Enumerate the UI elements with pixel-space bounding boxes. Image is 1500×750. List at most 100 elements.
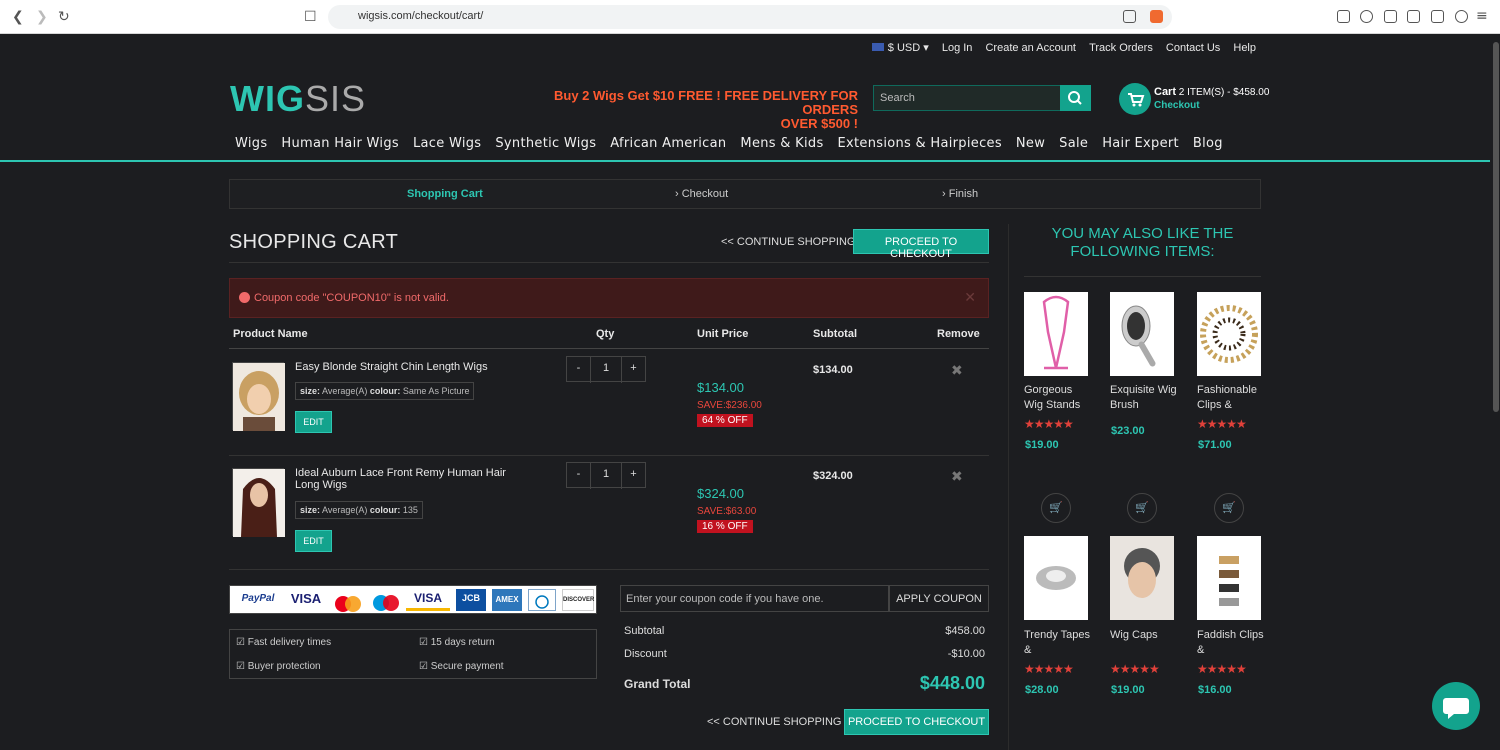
promo-banner[interactable]: Buy 2 Wigs Get $10 FREE ! FREE DELIVERY … (500, 89, 858, 131)
col-qty: Qty (596, 328, 615, 340)
search-icon (1068, 91, 1082, 105)
product-name[interactable]: Ideal Auburn Lace Front Remy Human Hair … (295, 467, 515, 491)
discount-badge: 16 % OFF (697, 520, 753, 533)
help-link[interactable]: Help (1233, 42, 1256, 54)
proceed-to-checkout-button[interactable]: PROCEED TO CHECKOUT (853, 229, 989, 260)
nav-hair-expert[interactable]: Hair Expert (1102, 136, 1179, 151)
reload-icon[interactable]: ↻ (58, 9, 70, 25)
create-account-link[interactable]: Create an Account (985, 42, 1076, 54)
edit-button[interactable]: EDIT (295, 411, 332, 433)
product-name[interactable]: Faddish Clips & (1197, 628, 1265, 658)
decrease-button[interactable]: - (567, 357, 591, 383)
nav-lace-wigs[interactable]: Lace Wigs (413, 136, 481, 151)
close-icon[interactable]: ✕ (964, 289, 976, 306)
nav-human-hair-wigs[interactable]: Human Hair Wigs (281, 136, 399, 151)
product-image[interactable] (232, 468, 285, 537)
nav-wigs[interactable]: Wigs (235, 136, 267, 151)
wallet-icon[interactable] (1407, 10, 1420, 23)
continue-shopping-link[interactable]: << CONTINUE SHOPPING (707, 716, 841, 728)
wig-cap-image (1110, 536, 1174, 620)
ai-icon[interactable] (1431, 10, 1444, 23)
product-image[interactable] (232, 362, 285, 431)
add-to-cart-icon[interactable]: 🛒 (1214, 493, 1244, 523)
grand-total-value: $448.00 (919, 673, 985, 693)
add-to-cart-icon[interactable]: 🛒 (1041, 493, 1071, 523)
discover-logo: DISCOVER (562, 589, 594, 611)
bookmark-icon[interactable]: ☐ (304, 9, 317, 25)
login-link[interactable]: Log In (942, 42, 973, 54)
nav-mens-kids[interactable]: Mens & Kids (740, 136, 823, 151)
product-name[interactable]: Fashionable Clips & (1197, 383, 1265, 413)
menu-icon[interactable]: ≡ (1476, 8, 1488, 24)
quantity-value[interactable]: 1 (591, 362, 621, 374)
alert-message: Coupon code "COUPON10" is not valid. (254, 292, 449, 304)
chat-button[interactable] (1432, 682, 1480, 730)
quantity-value[interactable]: 1 (591, 468, 621, 480)
cart-button[interactable] (1119, 83, 1151, 115)
apply-coupon-button[interactable]: APPLY COUPON (889, 585, 989, 612)
increase-button[interactable]: + (621, 463, 645, 489)
decrease-button[interactable]: - (567, 463, 591, 489)
chat-bubble-icon (1443, 698, 1469, 719)
nav-synthetic-wigs[interactable]: Synthetic Wigs (495, 136, 596, 151)
step-finish: › Finish (942, 188, 979, 200)
continue-shopping-link[interactable]: << CONTINUE SHOPPING (721, 236, 855, 248)
extension-icon[interactable] (1337, 10, 1350, 23)
contact-us-link[interactable]: Contact Us (1166, 42, 1220, 54)
product-name[interactable]: Gorgeous Wig Stands (1024, 383, 1092, 413)
header-checkout-link[interactable]: Checkout (1154, 100, 1269, 111)
product-name[interactable]: Trendy Tapes & (1024, 628, 1092, 658)
share-icon[interactable] (1123, 10, 1136, 23)
brave-shield-icon[interactable] (1150, 10, 1163, 23)
nav-extensions[interactable]: Extensions & Hairpieces (838, 136, 1002, 151)
add-to-cart-icon[interactable]: 🛒 (1127, 493, 1157, 523)
divider (229, 455, 989, 456)
divider (229, 262, 989, 263)
edit-button[interactable]: EDIT (295, 530, 332, 552)
search-button[interactable] (1060, 85, 1091, 111)
nav-sale[interactable]: Sale (1059, 136, 1088, 151)
error-icon (239, 292, 250, 303)
save-amount: SAVE:$63.00 (697, 506, 757, 517)
nav-new[interactable]: New (1016, 136, 1045, 151)
proceed-to-checkout-button[interactable]: PROCEED TO CHECKOUT (844, 709, 989, 735)
track-orders-link[interactable]: Track Orders (1089, 42, 1153, 54)
visa-logo: VISA (290, 591, 322, 606)
scrollbar-thumb[interactable] (1493, 42, 1499, 412)
search-input[interactable]: Search (873, 85, 1061, 111)
rating-stars: ★★★★★ (1197, 417, 1247, 431)
puzzle-icon[interactable] (1384, 10, 1397, 23)
product-image[interactable] (1197, 292, 1261, 376)
product-image[interactable] (1110, 536, 1174, 620)
vpn-icon[interactable] (1455, 10, 1468, 23)
cart-summary[interactable]: Cart 2 ITEM(S) - $458.00 Checkout (1154, 86, 1269, 111)
amex-logo: AMEX (492, 589, 522, 611)
product-name[interactable]: Wig Caps (1110, 628, 1178, 643)
increase-button[interactable]: + (621, 357, 645, 383)
product-image[interactable] (1024, 292, 1088, 376)
forward-icon[interactable]: ❯ (36, 9, 48, 25)
checkbox-icon: ☑ (236, 661, 245, 672)
product-price: $19.00 (1111, 684, 1145, 696)
store-features: ☑ Fast delivery times ☑ 15 days return ☑… (229, 629, 597, 679)
product-image[interactable] (1197, 536, 1261, 620)
extension-icon[interactable] (1360, 10, 1373, 23)
nav-blog[interactable]: Blog (1193, 136, 1223, 151)
recommendations-heading: YOU MAY ALSO LIKE THE FOLLOWING ITEMS: (1051, 225, 1234, 260)
cart-icon (1128, 93, 1145, 107)
product-name[interactable]: Easy Blonde Straight Chin Length Wigs (295, 361, 488, 373)
product-name[interactable]: Exquisite Wig Brush (1110, 383, 1178, 413)
product-image[interactable] (1110, 292, 1174, 376)
currency-selector[interactable]: $ USD ▾ (862, 42, 929, 54)
product-price: $28.00 (1025, 684, 1059, 696)
back-icon[interactable]: ❮ (12, 9, 24, 25)
product-image[interactable] (1024, 536, 1088, 620)
coupon-input[interactable]: Enter your coupon code if you have one. (620, 585, 889, 612)
product-price: $71.00 (1198, 439, 1232, 451)
divider (229, 569, 989, 570)
nav-african-american[interactable]: African American (610, 136, 726, 151)
site-logo[interactable]: WIGSIS (230, 78, 366, 120)
address-bar[interactable]: wigsis.com/checkout/cart/ (328, 5, 1172, 29)
remove-icon[interactable]: ✖ (951, 363, 963, 379)
remove-icon[interactable]: ✖ (951, 469, 963, 485)
